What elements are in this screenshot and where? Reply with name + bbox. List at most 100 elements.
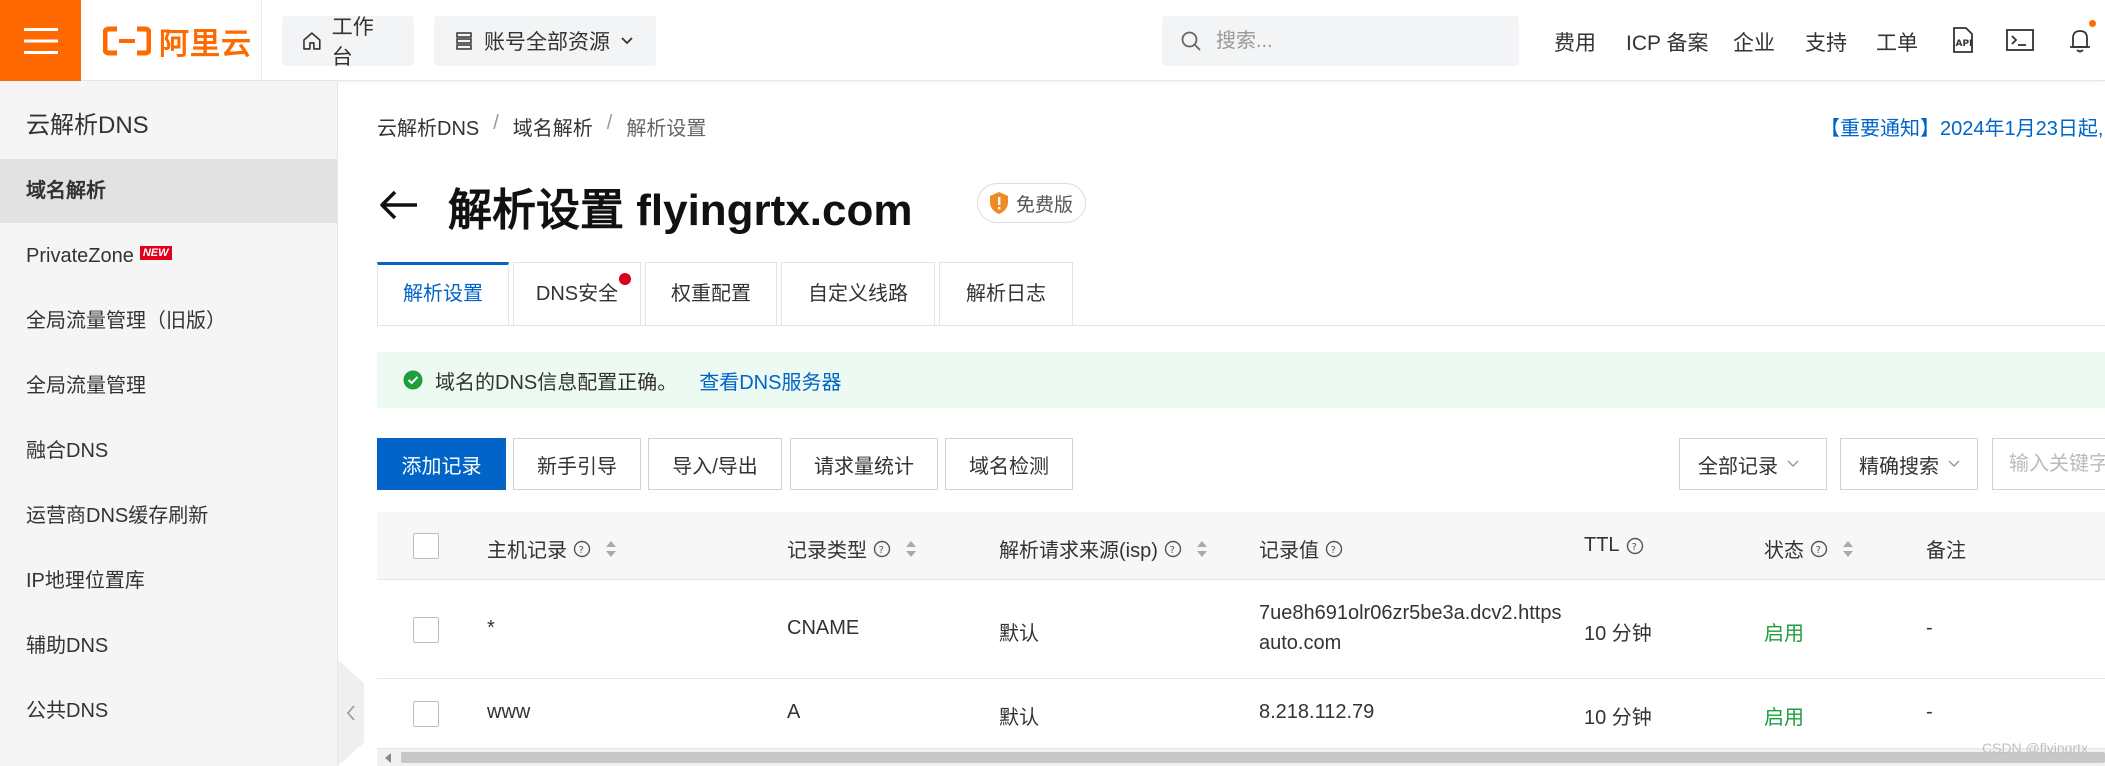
column-header-value[interactable]: 记录值 ? [1259, 534, 1343, 563]
sort-icon[interactable] [1842, 539, 1854, 559]
table-row: www A 默认 8.218.112.79 10 分钟 启用 - [377, 679, 2105, 749]
row-checkbox[interactable] [413, 617, 439, 643]
svg-text:?: ? [1169, 545, 1174, 556]
nav-link-enterprise[interactable]: 企业 [1733, 27, 1775, 57]
sidebar-item-fusion-dns[interactable]: 融合DNS [0, 419, 337, 483]
logo-text: 阿里云 [159, 28, 252, 61]
search-icon [1181, 31, 1201, 51]
tab-dns-security[interactable]: DNS安全 [513, 262, 641, 326]
sort-icon[interactable] [605, 539, 617, 559]
beginner-guide-button[interactable]: 新手引导 [513, 438, 641, 490]
hamburger-icon [23, 27, 58, 54]
sidebar-item-gtm-legacy[interactable]: 全局流量管理（旧版） [0, 289, 337, 353]
sidebar-item-ip-geo[interactable]: IP地理位置库 [0, 549, 337, 613]
bell-icon[interactable] [2064, 24, 2096, 56]
nav-link-icp[interactable]: ICP 备案 [1626, 27, 1708, 57]
column-header-label: 状态 [1764, 540, 1804, 562]
sidebar-title: 云解析DNS [26, 112, 149, 139]
tab-label: 自定义线路 [808, 283, 908, 305]
scroll-left-icon[interactable] [383, 753, 393, 763]
home-icon [303, 32, 321, 50]
import-export-button[interactable]: 导入/导出 [648, 438, 782, 490]
type-cell: A [787, 701, 801, 723]
add-record-button[interactable]: 添加记录 [377, 438, 506, 490]
scrollbar-thumb[interactable] [401, 752, 2105, 763]
search-mode-select[interactable]: 精确搜索 [1840, 438, 1978, 490]
sidebar-item-secondary-dns[interactable]: 辅助DNS [0, 614, 337, 678]
sidebar-item-domain-resolution[interactable]: 域名解析 [0, 159, 337, 223]
tab-label: DNS安全 [535, 283, 619, 305]
search-input[interactable] [1214, 28, 1498, 54]
breadcrumb-current: 解析设置 [626, 118, 707, 140]
plan-badge-label: 免费版 [1016, 194, 1074, 216]
terminal-icon[interactable] [2004, 24, 2036, 56]
nav-link-fees[interactable]: 费用 [1554, 27, 1596, 57]
table-row: * CNAME 默认 7ue8h691olr06zr5be3a.dcv2.htt… [377, 580, 2105, 679]
sidebar-collapse-handle[interactable] [338, 660, 364, 766]
breadcrumb-item[interactable]: 域名解析 [513, 112, 593, 141]
sort-icon[interactable] [905, 539, 917, 559]
sidebar-item-gtm[interactable]: 全局流量管理 [0, 354, 337, 418]
records-table-header: 主机记录 ? 记录类型 ? 解析请求来源(isp) ? 记录值 ? TTL ? … [377, 512, 2105, 580]
record-filter-select[interactable]: 全部记录 [1679, 438, 1827, 490]
resources-dropdown[interactable]: 账号全部资源 [434, 16, 656, 66]
column-header-host[interactable]: 主机记录 ? [487, 534, 617, 563]
help-icon[interactable]: ? [573, 540, 591, 558]
breadcrumb-separator: / [493, 112, 499, 134]
column-header-ttl[interactable]: TTL ? [1584, 534, 1644, 557]
tab-weight-config[interactable]: 权重配置 [645, 262, 777, 326]
tab-label: 解析日志 [966, 283, 1046, 305]
api-icon[interactable]: API [1946, 24, 1978, 56]
horizontal-scrollbar[interactable] [377, 749, 2105, 766]
important-notice-link[interactable]: 【重要通知】2024年1月23日起, [1820, 112, 2103, 141]
remark-cell: - [1926, 617, 1933, 639]
help-icon[interactable]: ? [1164, 540, 1182, 558]
sidebar-item-label: 全局流量管理 [26, 375, 146, 397]
column-header-remark: 备注 [1926, 534, 1966, 563]
row-checkbox[interactable] [413, 701, 439, 727]
tab-custom-lines[interactable]: 自定义线路 [781, 262, 935, 326]
aliyun-logo[interactable]: 阿里云 [103, 22, 252, 61]
view-dns-servers-link[interactable]: 查看DNS服务器 [699, 366, 841, 395]
divider [261, 0, 262, 80]
sidebar-item-label: 融合DNS [26, 440, 109, 462]
nav-link-ticket[interactable]: 工单 [1876, 27, 1918, 57]
menu-button[interactable] [0, 0, 81, 81]
sidebar-item-label: IP地理位置库 [26, 570, 145, 592]
global-search[interactable] [1162, 16, 1519, 66]
status-cell: 启用 [1764, 623, 1804, 645]
plan-badge: 免费版 [977, 183, 1087, 223]
tab-alert-dot [619, 273, 631, 285]
breadcrumb: 云解析DNS / 域名解析 / 解析设置 [377, 112, 706, 141]
sidebar-item-cache-refresh[interactable]: 运营商DNS缓存刷新 [0, 484, 337, 548]
keyword-input[interactable] [1992, 438, 2105, 490]
back-arrow-icon[interactable] [377, 183, 421, 227]
ttl-cell: 10 分钟 [1584, 623, 1652, 645]
domain-check-button[interactable]: 域名检测 [945, 438, 1073, 490]
tab-resolution-logs[interactable]: 解析日志 [939, 262, 1073, 326]
workbench-button[interactable]: 工作台 [282, 16, 414, 69]
nav-link-support[interactable]: 支持 [1805, 27, 1847, 57]
select-all-checkbox[interactable] [413, 533, 439, 559]
isp-cell: 默认 [999, 623, 1039, 645]
breadcrumb-item[interactable]: 云解析DNS [377, 112, 479, 141]
sidebar-item-privatezone[interactable]: PrivateZone NEW [0, 224, 337, 288]
request-stats-button[interactable]: 请求量统计 [790, 438, 938, 490]
resources-label: 账号全部资源 [484, 31, 610, 54]
sidebar-item-label: 运营商DNS缓存刷新 [26, 505, 209, 527]
column-header-status[interactable]: 状态 ? [1764, 534, 1854, 563]
stack-icon [456, 32, 472, 50]
help-icon[interactable]: ? [1810, 540, 1828, 558]
tab-resolution-settings[interactable]: 解析设置 [377, 262, 509, 326]
sort-icon[interactable] [1196, 539, 1208, 559]
help-icon[interactable]: ? [1626, 537, 1644, 555]
column-header-isp[interactable]: 解析请求来源(isp) ? [999, 534, 1208, 563]
help-icon[interactable]: ? [1325, 540, 1343, 558]
column-header-label: 主机记录 [487, 540, 567, 562]
help-icon[interactable]: ? [873, 540, 891, 558]
page-title: 解析设置 flyingrtx.com [448, 186, 913, 235]
column-header-type[interactable]: 记录类型 ? [787, 534, 917, 563]
record-filter-value: 全部记录 [1698, 455, 1778, 478]
column-header-label: TTL [1584, 534, 1620, 556]
sidebar-item-public-dns[interactable]: 公共DNS [0, 679, 337, 743]
